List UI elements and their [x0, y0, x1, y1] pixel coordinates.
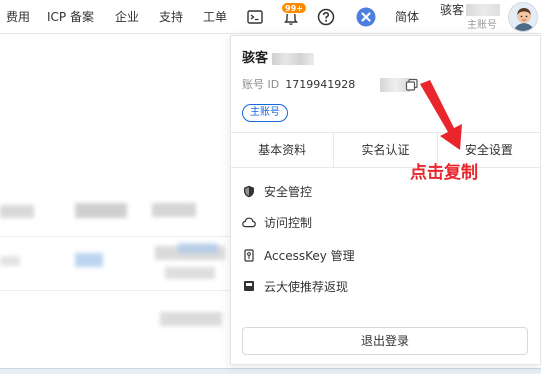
account-dropdown-panel: 骇客 账号 ID 1719941928 主账号 基本资料 实名认证 安全设置 安全…	[230, 35, 541, 365]
redacted-text	[160, 312, 222, 326]
terminal-icon[interactable]	[246, 8, 264, 26]
username-redaction	[466, 4, 500, 16]
close-circle-icon[interactable]	[356, 7, 376, 27]
avatar[interactable]	[508, 2, 538, 32]
account-id-value: 1719941928	[285, 78, 356, 91]
help-icon[interactable]	[317, 8, 335, 26]
bottom-strip	[0, 368, 541, 374]
panel-username: 骇客	[242, 51, 269, 66]
redacted-text	[0, 205, 34, 218]
panel-tabs: 基本资料 实名认证 安全设置	[231, 132, 540, 168]
account-id-label: 账号 ID	[242, 78, 280, 91]
shield-icon	[242, 184, 256, 198]
menu-item-label: 云大使推荐返现	[264, 279, 349, 294]
menu-item-security-control[interactable]: 安全管控	[242, 182, 312, 200]
header-username[interactable]: 骇客	[440, 3, 464, 17]
notification-badge: 99+	[281, 2, 307, 14]
cloud-icon	[242, 215, 256, 229]
username-redaction	[272, 53, 314, 65]
nav-item-icp-filing[interactable]: ICP 备案	[47, 10, 94, 24]
redacted-link	[75, 253, 103, 267]
redacted-text	[165, 267, 215, 279]
annotation-arrow-icon	[420, 80, 462, 150]
nav-item-enterprise[interactable]: 企业	[115, 10, 139, 24]
nav-item-ticket[interactable]: 工单	[203, 10, 227, 24]
redacted-text	[75, 203, 127, 218]
redacted-link	[178, 243, 218, 253]
menu-item-referral-cashback[interactable]: 云大使推荐返现	[242, 277, 348, 295]
nav-item-support[interactable]: 支持	[159, 10, 183, 24]
account-id-row: 账号 ID 1719941928	[242, 78, 355, 92]
divider	[0, 290, 230, 291]
header-account-type: 主账号	[467, 20, 497, 31]
key-icon	[242, 248, 256, 262]
menu-item-label: AccessKey 管理	[264, 248, 355, 263]
tab-basic-info[interactable]: 基本资料	[231, 133, 335, 167]
gift-icon	[242, 279, 256, 293]
menu-item-access-control[interactable]: 访问控制	[242, 213, 312, 231]
main-account-tag: 主账号	[242, 104, 288, 122]
menu-item-accesskey[interactable]: AccessKey 管理	[242, 246, 355, 264]
logout-button[interactable]: 退出登录	[242, 327, 528, 355]
menu-item-label: 安全管控	[264, 184, 313, 199]
menu-item-label: 访问控制	[264, 215, 313, 230]
top-navigation-bar: 费用 ICP 备案 企业 支持 工单 99+ 简体 骇客 主账号	[0, 0, 541, 34]
annotation-text: 点击复制	[410, 163, 478, 183]
redacted-text	[0, 256, 20, 266]
redacted-text	[152, 203, 196, 217]
language-switch[interactable]: 简体	[395, 10, 419, 24]
divider	[0, 236, 230, 237]
nav-item-billing[interactable]: 费用	[6, 10, 30, 24]
